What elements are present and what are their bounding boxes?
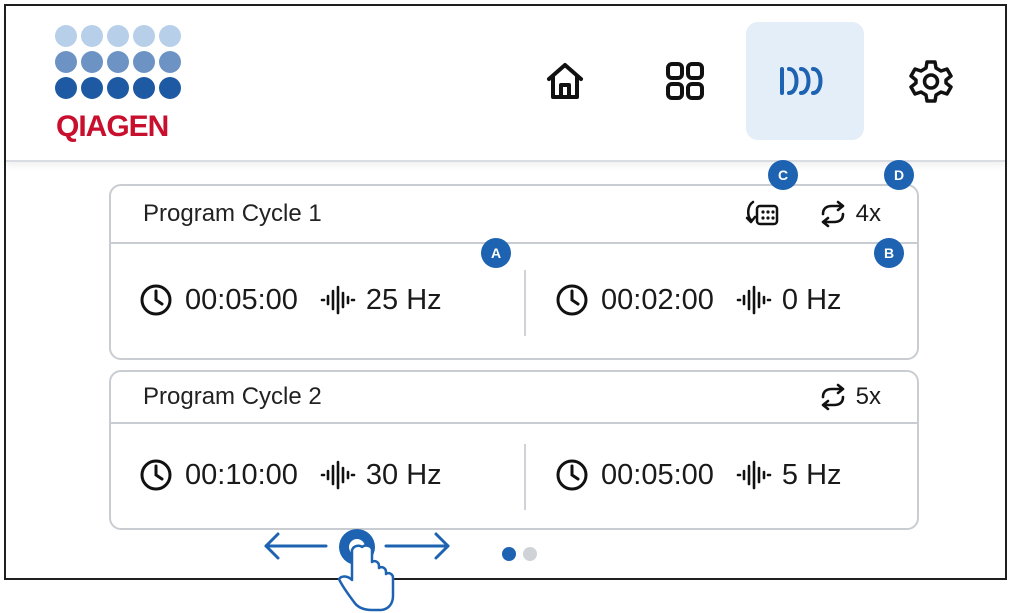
qiagen-logo: QIAGEN <box>54 24 190 148</box>
nav-settings-button[interactable] <box>872 22 990 140</box>
step-frequency: 30 Hz <box>365 458 442 491</box>
step-duration: 00:02:00 <box>601 283 714 316</box>
cycle-header: Program Cycle 1 4x <box>111 186 917 244</box>
step-2[interactable]: 00:02:00 0 Hz <box>555 242 842 358</box>
step-divider <box>524 444 526 510</box>
step-1[interactable]: 00:05:00 25 Hz <box>139 242 442 358</box>
callout-a: A <box>481 238 511 268</box>
frequency-icon <box>320 460 356 490</box>
step-duration: 00:05:00 <box>185 283 298 316</box>
callout-c: C <box>768 160 798 190</box>
cycle-header: Program Cycle 2 5x <box>111 372 917 424</box>
cycles-icon <box>780 67 823 95</box>
repeat-value: 5x <box>855 383 881 410</box>
logo-dots <box>55 25 181 99</box>
step-2[interactable]: 00:05:00 5 Hz <box>555 422 842 528</box>
page-indicator[interactable] <box>502 547 537 561</box>
repeat-icon <box>821 383 844 411</box>
clock-icon <box>140 459 172 491</box>
repeat-count[interactable]: 5x <box>818 383 881 411</box>
grid-icon <box>666 62 704 100</box>
repeat-value: 4x <box>855 200 881 227</box>
swipe-gesture-icon <box>264 529 450 612</box>
repeat-count[interactable]: 4x <box>818 200 881 228</box>
frequency-icon <box>320 285 356 315</box>
callout-b: B <box>874 238 904 268</box>
step-frequency: 0 Hz <box>781 283 842 316</box>
program-cycle-card-1[interactable]: Program Cycle 1 4x 00:05:00 25 Hz 00:02:… <box>109 184 919 360</box>
step-divider <box>524 270 526 336</box>
nav-cycles-button[interactable] <box>746 22 864 140</box>
step-frequency: 25 Hz <box>365 283 442 316</box>
frequency-icon <box>736 285 772 315</box>
logo-wordmark: QIAGEN <box>56 110 169 143</box>
step-1[interactable]: 00:10:00 30 Hz <box>139 422 442 528</box>
app-frame: QIAGEN Program Cycle 1 4x 00:05:00 25 Hz… <box>4 4 1007 580</box>
edit-steps-icon[interactable] <box>743 198 781 230</box>
page-dot-active[interactable] <box>502 547 516 561</box>
repeat-icon <box>821 200 844 228</box>
step-duration: 00:05:00 <box>601 458 714 491</box>
step-duration: 00:10:00 <box>185 458 298 491</box>
home-icon <box>547 63 583 99</box>
page-dot[interactable] <box>523 547 537 561</box>
nav-home-button[interactable] <box>506 22 624 140</box>
clock-icon <box>556 459 588 491</box>
nav-grid-button[interactable] <box>626 22 744 140</box>
cycle-title: Program Cycle 1 <box>143 200 322 227</box>
cycle-title: Program Cycle 2 <box>143 383 322 410</box>
clock-icon <box>140 284 172 316</box>
top-bar: QIAGEN <box>6 6 1005 162</box>
callout-d: D <box>884 160 914 190</box>
clock-icon <box>556 284 588 316</box>
program-cycle-card-2[interactable]: Program Cycle 2 5x 00:10:00 30 Hz 00:05:… <box>109 370 919 530</box>
gear-icon <box>909 60 953 103</box>
step-frequency: 5 Hz <box>781 458 842 491</box>
frequency-icon <box>736 460 772 490</box>
